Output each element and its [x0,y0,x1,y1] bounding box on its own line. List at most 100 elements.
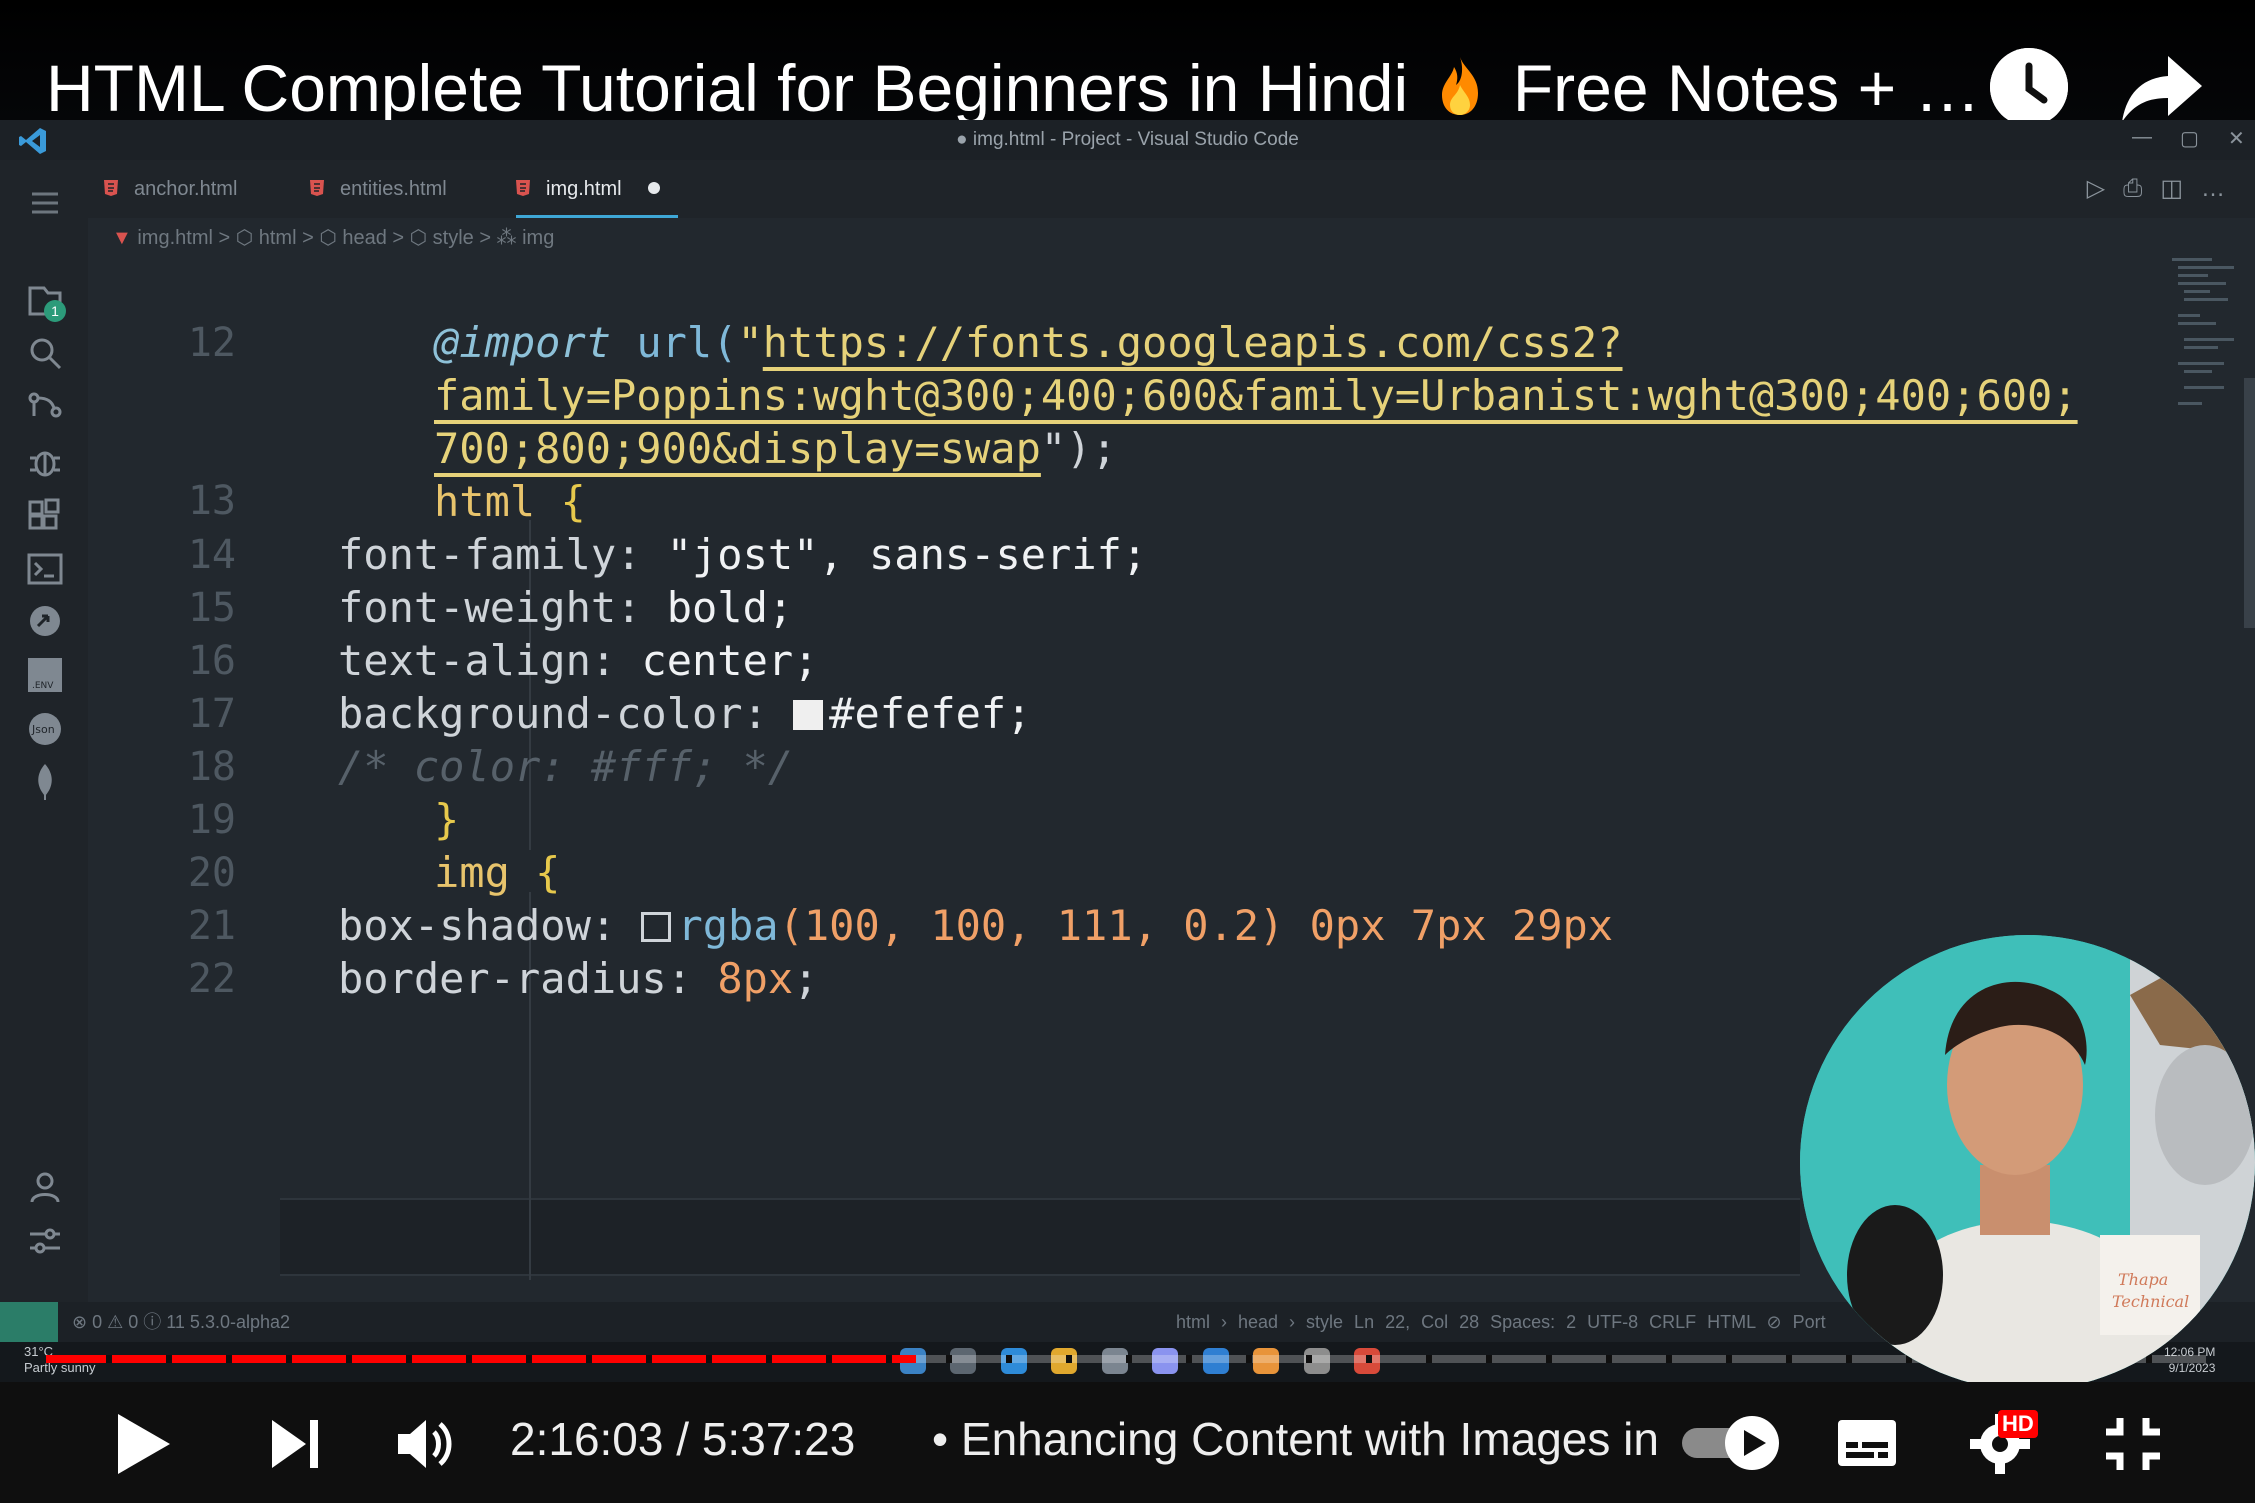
code-line-12-wrap-2: 700;800;900&display=swap"); [434,424,1117,473]
code-line-18: /* color: #fff; */ [338,742,794,791]
line-number: 15 [187,585,236,631]
time-display: 2:16:03 / 5:37:23 [510,1412,855,1466]
vscode-titlebar: ● img.html - Project - Visual Studio Cod… [0,120,2255,160]
clock-icon[interactable] [1990,48,2068,126]
account-icon[interactable] [24,1166,66,1208]
chapter-gap [766,1355,772,1363]
line-number: 14 [187,532,236,578]
next-icon[interactable] [268,1418,322,1470]
tab-img-html[interactable]: img.html [516,160,678,218]
chapter-gap [106,1355,112,1363]
html5-file-icon: ▼ [112,227,138,249]
chapter-gap [526,1355,532,1363]
video-title-suffix: Free Notes + … [1512,51,1981,125]
code-line-15: font-weight: bold; [338,583,794,632]
mongodb-leaf-icon[interactable] [24,760,66,802]
player-controls: 2:16:03 / 5:37:23 • Enhancing Content wi… [0,1382,2255,1503]
remote-indicator-icon[interactable] [0,1302,58,1342]
manage-settings-icon[interactable] [24,1220,66,1262]
color-swatch[interactable] [793,700,824,730]
tab-anchor-html[interactable]: anchor.html [104,160,237,218]
run-icon[interactable]: ▷ [2087,175,2123,202]
maximize-button[interactable]: ▢ [2180,126,2199,151]
terminal-icon[interactable] [24,548,66,590]
chapter-gap [946,1355,952,1363]
chapter-gap [706,1355,712,1363]
code-line-22: border-radius: 8px; [338,954,819,1003]
code-line-12-wrap-1: family=Poppins:wght@300;400;600&family=U… [434,371,2078,420]
line-number: 12 [187,320,236,366]
breadcrumb: ▼ img.html > ⬡ html > ⬡ head > ⬡ style >… [88,218,2255,258]
line-number: 20 [187,850,236,896]
indent-guide [529,892,531,1280]
svg-text:Technical: Technical [2112,1292,2189,1311]
line-number: 19 [187,797,236,843]
window-title: ● img.html - Project - Visual Studio Cod… [956,129,1299,150]
tab-entities-html[interactable]: entities.html [310,160,447,218]
editor-actions: ▷⎙◫… [2087,174,2243,203]
video-title[interactable]: HTML Complete Tutorial for Beginners in … [46,48,1980,128]
print-icon[interactable]: ⎙ [2123,175,2160,202]
chapter-gap [1066,1355,1072,1363]
chapter-gap [226,1355,232,1363]
unsaved-dot-icon[interactable] [647,182,660,194]
search-icon[interactable] [24,332,66,374]
minimize-button[interactable]: — [2132,126,2152,149]
breadcrumb-path[interactable]: ▼ img.html > ⬡ html > ⬡ head > ⬡ style >… [112,218,554,258]
line-number: 22 [187,956,236,1002]
extensions-icon[interactable] [24,494,66,536]
tab-label: anchor.html [134,178,238,200]
autoplay-toggle-icon[interactable] [1680,1414,1782,1472]
volume-icon[interactable] [396,1416,458,1472]
chapter-gap [1786,1355,1792,1363]
vertical-scrollbar[interactable] [2244,378,2255,628]
time-separator: / [676,1413,690,1465]
chapter-gap [1126,1355,1132,1363]
chapter-gap [1486,1355,1492,1363]
code-line-16: text-align: center; [338,636,819,685]
video-progress-bar[interactable] [46,1352,2206,1366]
chapter-gap [586,1355,592,1363]
share-arrow-icon[interactable] [2120,52,2204,124]
more-actions-icon[interactable]: … [2201,175,2243,202]
progress-played [46,1355,916,1363]
chapter-title[interactable]: • Enhancing Content with Images in [932,1412,1672,1466]
code-line-21: box-shadow: rgba(100, 100, 111, 0.2) 0px… [338,901,1614,950]
exit-fullscreen-icon[interactable] [2104,1416,2162,1472]
chapter-gap [346,1355,352,1363]
code-line-12: @import url("https://fonts.googleapis.co… [434,318,1623,367]
debug-bug-icon[interactable] [24,440,66,482]
activity-bar: 1 .ENV Json [0,160,88,1302]
video-title-text: HTML Complete Tutorial for Beginners in … [46,51,1409,125]
total-time: 5:37:23 [701,1413,856,1465]
code-line-19: } [434,795,460,844]
html5-file-icon [516,161,530,196]
status-problems[interactable]: ⊗ 0 ⚠ 0 ⓘ 11 5.3.0-alpha2 [72,1302,290,1342]
close-button[interactable]: ✕ [2228,126,2245,151]
hd-badge: HD [1998,1410,2038,1438]
chapter-gap [1366,1355,1372,1363]
minimap[interactable] [2172,258,2242,458]
editor-tabs: anchor.html entities.html img.html ▷⎙◫… [88,160,2255,218]
menu-icon[interactable] [24,182,66,224]
chapter-gap [1546,1355,1552,1363]
html5-file-icon [310,161,324,196]
status-right-items[interactable]: html › head › style Ln 22, Col 28 Spaces… [1176,1302,1826,1342]
chapter-gap [1606,1355,1612,1363]
chapter-gap [646,1355,652,1363]
json-icon[interactable]: Json [24,708,66,750]
video-title-bar: HTML Complete Tutorial for Beginners in … [0,0,2255,126]
play-icon[interactable] [112,1412,174,1476]
color-swatch[interactable] [641,912,672,942]
captions-icon[interactable] [1836,1418,1898,1468]
webcam-overlay: Thapa Technical [1800,935,2255,1390]
svg-text:Json: Json [31,723,55,736]
dotenv-icon[interactable]: .ENV [24,654,66,696]
source-control-icon[interactable] [24,386,66,428]
chapter-gap [1726,1355,1732,1363]
split-editor-icon[interactable]: ◫ [2160,175,2201,202]
remote-explorer-icon[interactable] [24,600,66,642]
chapter-gap [886,1355,892,1363]
chapter-gap [826,1355,832,1363]
line-number: 17 [187,691,236,737]
